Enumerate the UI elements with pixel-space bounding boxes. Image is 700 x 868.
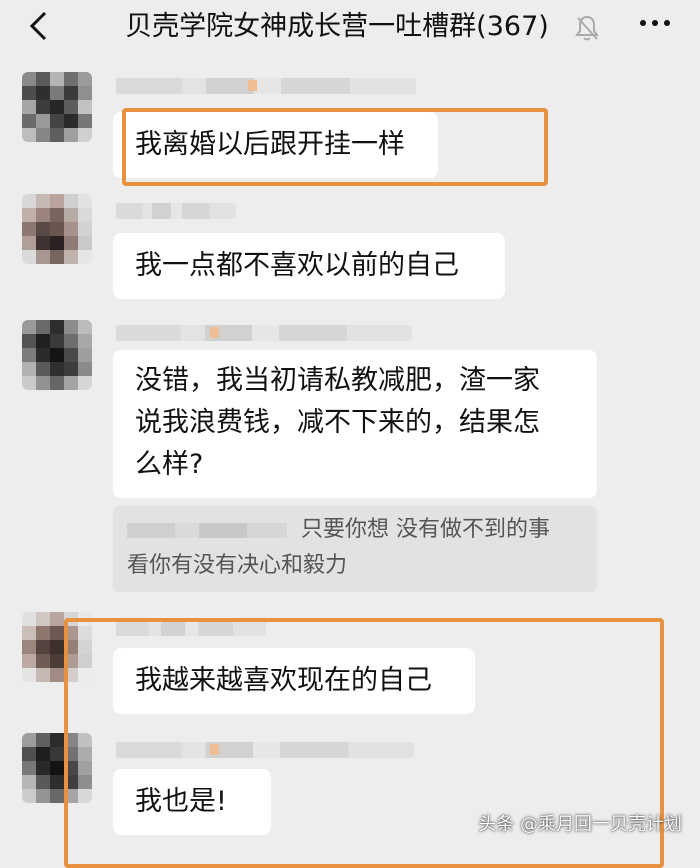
chat-title: 贝壳学院女神成长营一吐槽群(367) bbox=[125, 11, 549, 42]
more-dots-icon bbox=[640, 20, 646, 26]
back-button[interactable] bbox=[18, 6, 58, 46]
avatar[interactable] bbox=[22, 72, 92, 142]
watermark: 头条 @乘月回一贝壳计划 bbox=[478, 814, 682, 835]
highlight-box bbox=[122, 108, 548, 186]
message-bubble: 没错，我当初请私教减肥，渣一家 说我浪费钱，减不下来的，结果怎 么样? bbox=[113, 350, 597, 498]
avatar[interactable] bbox=[22, 320, 92, 390]
avatar[interactable] bbox=[22, 194, 92, 264]
quoted-reply[interactable]: 只要你想 没有做不到的事 看你有没有决心和毅力 bbox=[113, 506, 597, 592]
message-text: 我一点都不喜欢以前的自己 bbox=[135, 250, 459, 281]
quote-text: 看你有没有决心和毅力 bbox=[127, 553, 348, 578]
message-text-line: 么样? bbox=[135, 449, 204, 480]
sender-name-pixelated bbox=[116, 325, 412, 341]
message-text-line: 说我浪费钱，减不下来的，结果怎 bbox=[135, 407, 540, 438]
quote-text: 只要你想 没有做不到的事 bbox=[301, 517, 550, 542]
chevron-left-icon bbox=[29, 11, 47, 41]
message-bubble: 我一点都不喜欢以前的自己 bbox=[113, 233, 505, 299]
more-button[interactable] bbox=[640, 20, 670, 26]
message-text-line: 没错，我当初请私教减肥，渣一家 bbox=[135, 365, 540, 396]
sender-name-pixelated bbox=[116, 78, 416, 94]
quoted-sender-pixelated bbox=[127, 522, 287, 538]
bell-muted-icon bbox=[574, 14, 600, 46]
chat-header: 贝壳学院女神成长营一吐槽群(367) bbox=[0, 0, 700, 56]
sender-name-pixelated bbox=[116, 203, 236, 219]
